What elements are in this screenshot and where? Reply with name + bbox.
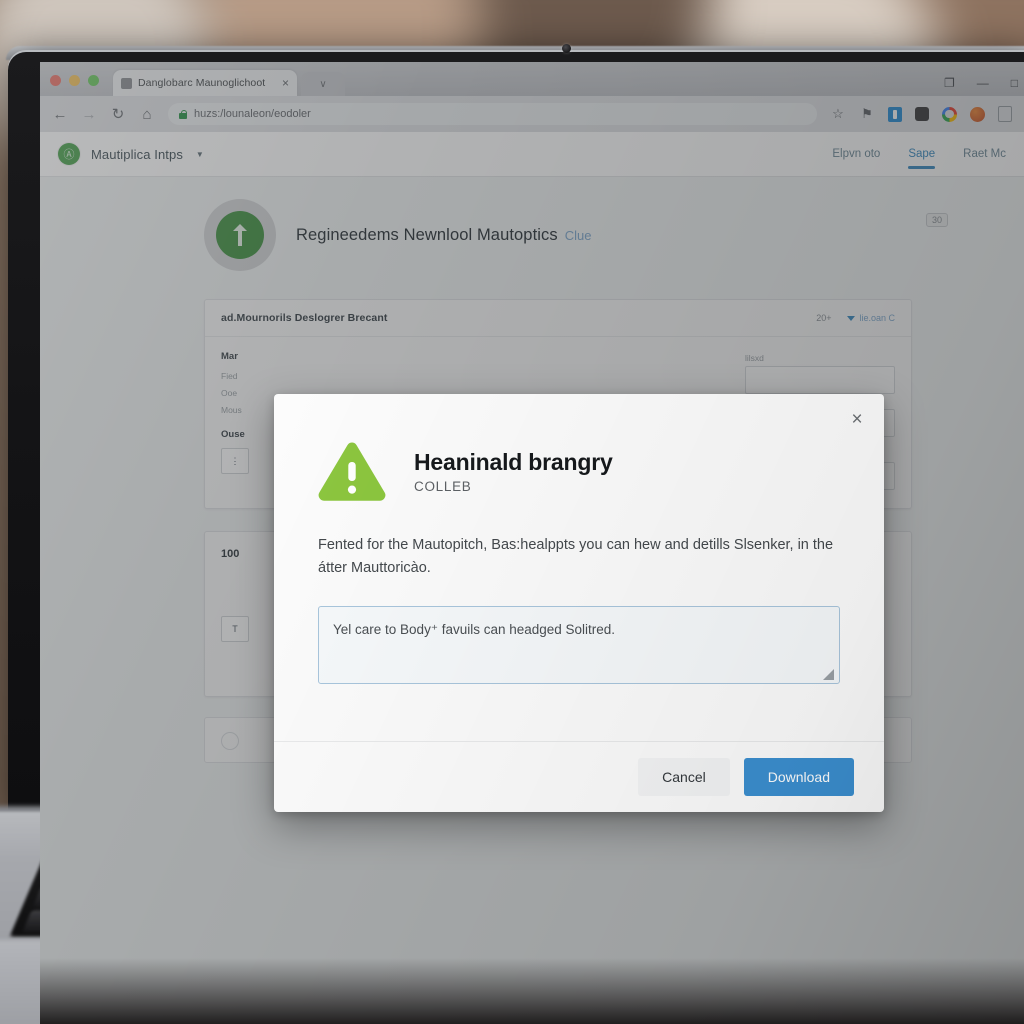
download-modal: × Heaninald brangry COLLEB Fented for th… [274, 394, 884, 812]
laptop-webcam [562, 44, 571, 53]
resize-handle-icon[interactable] [823, 668, 834, 680]
laptop-screen: Danglobarc Maunoglichoot × ∨ ❐ — □ ← → ↻… [40, 62, 1024, 1024]
close-icon[interactable]: × [844, 406, 870, 432]
modal-title: Heaninald brangry [414, 448, 613, 475]
modal-body: Fented for the Mautopitch, Bas:healppts … [274, 504, 884, 689]
download-button[interactable]: Download [743, 757, 854, 796]
modal-textarea[interactable] [318, 605, 840, 684]
cancel-button[interactable]: Cancel [638, 757, 730, 796]
modal-textarea-wrap [318, 605, 840, 689]
warning-triangle-icon [316, 440, 388, 504]
photo-scene: Danglobarc Maunoglichoot × ∨ ❐ — □ ← → ↻… [0, 0, 1024, 1024]
modal-description: Fented for the Mautopitch, Bas:healppts … [318, 537, 834, 576]
modal-header: Heaninald brangry COLLEB [274, 394, 884, 504]
modal-footer: Cancel Download [274, 740, 884, 812]
modal-title-block: Heaninald brangry COLLEB [414, 448, 613, 495]
modal-subtitle: COLLEB [414, 479, 472, 495]
